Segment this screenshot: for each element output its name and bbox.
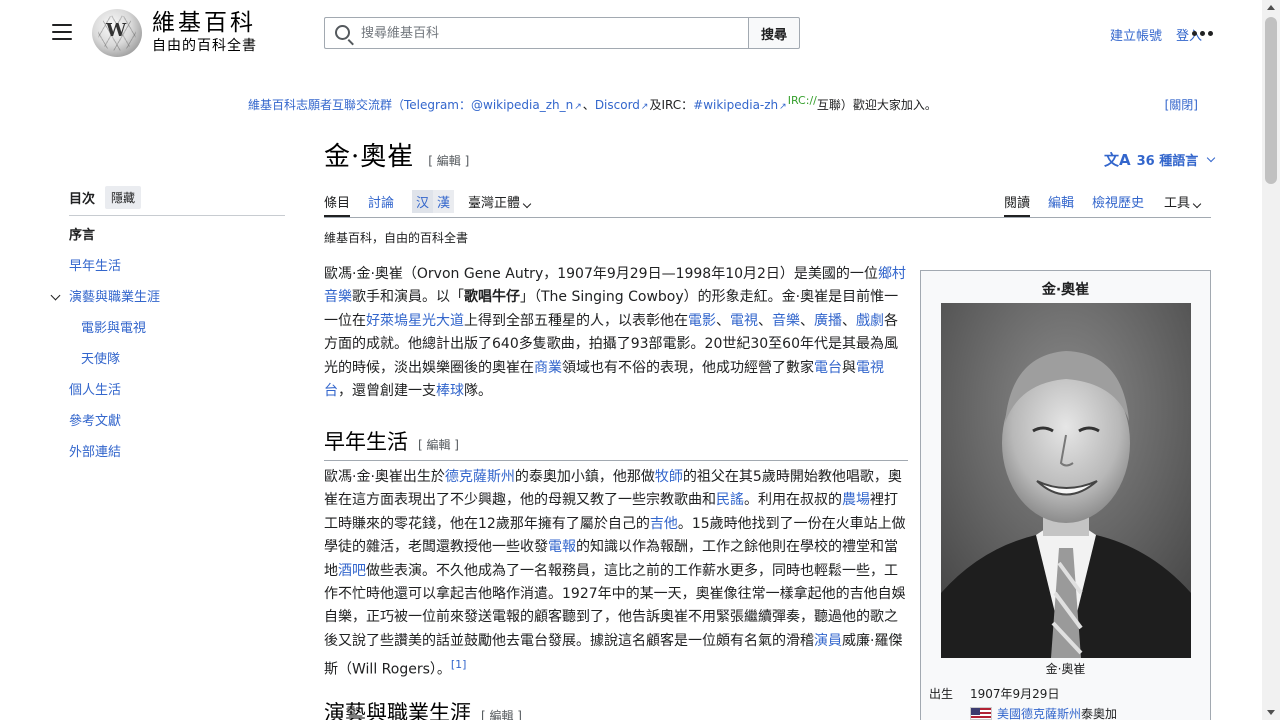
discord-link[interactable]: Discord (595, 98, 640, 112)
create-account-link[interactable]: 建立帳號 (1110, 25, 1162, 44)
page-scrollbar[interactable] (1262, 0, 1280, 720)
scroll-thumb[interactable] (1265, 17, 1277, 184)
toc-item-film-tv[interactable]: 電影與電視 (69, 321, 285, 352)
notice-tail: 互聯）歡迎大家加入。 (816, 98, 937, 112)
table-of-contents: 目次 隱藏 序言 早年生活 演藝與職業生涯 電影與電視 天使隊 個人生活 參考文… (50, 184, 285, 476)
portrait-photo[interactable] (941, 303, 1191, 658)
tab-read[interactable]: 閱讀 (1004, 192, 1031, 217)
scroll-up-icon[interactable] (1267, 5, 1275, 10)
variant-dropdown[interactable]: 臺灣正體 (468, 192, 532, 211)
wikipedia-wordmark[interactable]: 維基百科 自由的百科全書 (152, 9, 257, 55)
tab-talk[interactable]: 討論 (368, 192, 394, 217)
irc-protocol-label: IRC:// (787, 94, 817, 107)
section-heading-early-life: 早年生活 [ 編輯 ] (324, 426, 908, 461)
more-options-icon[interactable] (1192, 31, 1213, 36)
early-life-paragraph: 歐馮·金·奧崔出生於德克薩斯州的泰奧加小鎮，他那做牧師的祖父在其5歲時開始教他唱… (324, 469, 906, 678)
toc-item-external-links[interactable]: 外部連結 (69, 445, 285, 476)
wordmark-title: 維基百科 (152, 10, 256, 36)
notice-sep: 及IRC： (649, 98, 694, 112)
user-links: 建立帳號 登入 (1110, 25, 1202, 44)
toc-title: 目次 (69, 192, 96, 207)
external-link-icon: ↗ (574, 102, 582, 112)
infobox: 金·奧崔 金·奧崔 出生 1907年9月29日 美國德克薩斯州泰奧加 (920, 270, 1211, 720)
tab-history[interactable]: 檢視歷史 (1092, 192, 1144, 217)
chevron-down-icon (1206, 153, 1216, 162)
infobox-title: 金·奧崔 (1041, 282, 1090, 298)
variant-traditional[interactable]: 漢 (433, 190, 455, 213)
wikipedia-globe-logo[interactable]: W (92, 9, 142, 57)
site-notice: 維基百科志願者互聯交流群（Telegram：@wikipedia_zh_n↗、D… (0, 92, 1210, 114)
translate-icon: 文A (1104, 151, 1131, 169)
infobox-caption: 金·奧崔 (1045, 662, 1086, 676)
page-tabs: 條目 討論 汉 漢 臺灣正體 閱讀 編輯 檢視歷史 工具 (324, 178, 1211, 218)
language-count: 36 種語言 (1136, 154, 1199, 169)
born-place: 美國德克薩斯州泰奧加 (970, 705, 1117, 720)
external-link-icon: ↗ (779, 102, 787, 112)
search-icon (335, 25, 350, 40)
variant-switch: 汉 漢 (412, 190, 455, 213)
toc-item-angels[interactable]: 天使隊 (69, 352, 285, 383)
toc-item-personal-life[interactable]: 個人生活 (69, 383, 285, 414)
page-title-bar: 金·奧崔 [ 編輯 ] (324, 136, 469, 173)
born-place-link[interactable]: 美國德克薩斯州 (997, 707, 1081, 720)
chevron-down-icon[interactable] (50, 290, 61, 301)
tab-article[interactable]: 條目 (324, 192, 351, 217)
search-form: 搜尋 (324, 17, 800, 49)
toc-list: 序言 早年生活 演藝與職業生涯 電影與電視 天使隊 個人生活 參考文獻 外部連結 (50, 228, 285, 476)
tab-edit[interactable]: 編輯 (1048, 192, 1074, 217)
section-heading-career: 演藝與職業生涯 [ 編輯 ] (324, 697, 908, 720)
lead-paragraph: 歐馮·金·奧崔（Orvon Gene Autry，1907年9月29日—1998… (324, 266, 906, 400)
portrait-image (941, 303, 1191, 658)
chevron-down-icon (1192, 199, 1202, 209)
telegram-link[interactable]: @wikipedia_zh_n (471, 98, 573, 112)
toc-header: 目次 隱藏 (69, 184, 285, 216)
search-box (324, 17, 748, 49)
born-label: 出生 (929, 687, 954, 701)
external-link-icon: ↗ (640, 102, 649, 112)
search-input[interactable] (325, 18, 748, 48)
toc-item-early-life[interactable]: 早年生活 (69, 259, 285, 290)
toc-item-career[interactable]: 演藝與職業生涯 (50, 290, 285, 321)
wordmark-tagline: 自由的百科全書 (152, 38, 257, 54)
notice-sep: 、 (582, 98, 595, 112)
section-title: 演藝與職業生涯 (324, 701, 471, 720)
variant-simplified[interactable]: 汉 (412, 190, 434, 213)
section-edit-link[interactable]: [ 編輯 ] (481, 707, 522, 720)
language-button[interactable]: 文A 36 種語言 (1104, 149, 1216, 170)
irc-link[interactable]: #wikipedia-zh (693, 98, 778, 112)
title-edit-link[interactable]: [ 編輯 ] (428, 152, 469, 169)
site-header: W 維基百科 自由的百科全書 搜尋 建立帳號 登入 (0, 0, 1262, 66)
notice-close-link[interactable]: [關閉] (1165, 96, 1198, 113)
toc-item-intro[interactable]: 序言 (69, 228, 285, 259)
site-notice-message: 維基百科志願者互聯交流群（Telegram：@wikipedia_zh_n↗、D… (248, 94, 937, 113)
reference-link[interactable]: [1] (451, 658, 467, 671)
scroll-down-icon[interactable] (1267, 710, 1275, 715)
page-title: 金·奧崔 (324, 142, 415, 172)
section-title: 早年生活 (324, 430, 408, 454)
toc-item-references[interactable]: 參考文獻 (69, 414, 285, 445)
chevron-down-icon (522, 199, 532, 209)
notice-group-link[interactable]: 維基百科志願者互聯交流群（Telegram： (248, 98, 471, 112)
section-edit-link[interactable]: [ 編輯 ] (418, 436, 459, 453)
born-date: 1907年9月29日 (970, 687, 1060, 701)
main-menu-icon[interactable] (52, 24, 72, 42)
us-flag-icon (970, 707, 992, 720)
search-button[interactable]: 搜尋 (748, 17, 800, 49)
toc-hide-button[interactable]: 隱藏 (105, 186, 142, 209)
site-tagline: 維基百科，自由的百科全書 (324, 231, 469, 245)
tools-dropdown[interactable]: 工具 (1164, 192, 1202, 211)
